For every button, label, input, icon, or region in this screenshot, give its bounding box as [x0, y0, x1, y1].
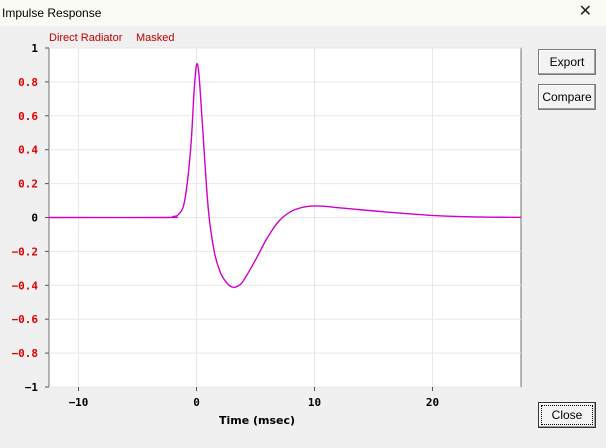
close-button[interactable]: Close	[538, 402, 596, 428]
export-button[interactable]: Export	[538, 49, 596, 75]
y-tick-label: 0.6	[18, 110, 38, 123]
y-tick-label: −0.2	[12, 245, 39, 258]
close-button-label: Close	[551, 408, 583, 422]
y-tick-label: −0.8	[12, 347, 39, 360]
x-tick-label: −10	[69, 396, 89, 409]
compare-button[interactable]: Compare	[538, 84, 596, 110]
y-tick-label: 0.8	[18, 76, 38, 89]
y-tick-label: 0	[31, 212, 38, 225]
legend-entry: Masked	[136, 32, 175, 44]
y-tick-label: 0.2	[18, 178, 38, 191]
legend-entry: Direct Radiator	[49, 32, 123, 44]
x-tick-label: 0	[193, 396, 200, 409]
x-axis-label: Time (msec)	[219, 414, 295, 427]
y-tick-label: −1	[25, 381, 39, 394]
y-tick-label: −0.4	[12, 279, 39, 292]
y-tick-label: −0.6	[12, 313, 39, 326]
y-tick-label: 1	[31, 42, 38, 55]
x-tick-label: 20	[426, 396, 439, 409]
x-tick-label: 10	[308, 396, 321, 409]
compare-button-label: Compare	[542, 90, 592, 104]
impulse-response-chart: Direct Radiator Masked −10 0 10 2010.80.60.4…	[12, 32, 522, 427]
export-button-label: Export	[549, 55, 585, 69]
y-tick-label: 0.4	[18, 144, 38, 157]
